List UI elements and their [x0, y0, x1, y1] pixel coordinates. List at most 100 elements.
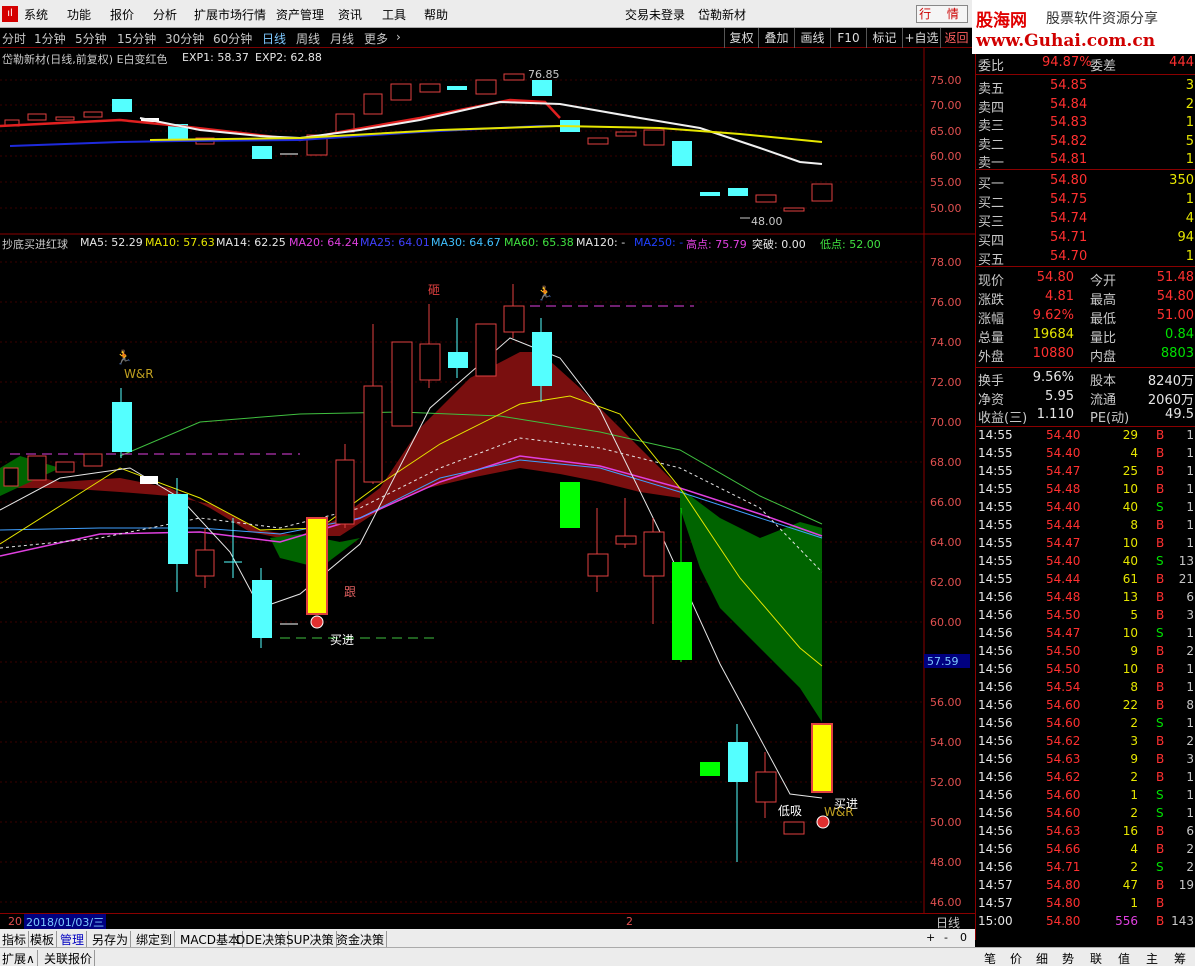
expand-button[interactable]: 扩展∧	[0, 950, 38, 966]
tick-row: 14:55 54.40 29 B 1	[976, 428, 1195, 446]
right-tab-detail[interactable]: 细	[1036, 950, 1048, 966]
period-more[interactable]: 更多	[364, 30, 388, 47]
stat-label: 换手	[978, 374, 1005, 389]
period-1min[interactable]: 1分钟	[34, 30, 66, 47]
toolbar-restore-rights[interactable]: 复权	[724, 28, 758, 48]
tick-side: B	[1156, 482, 1165, 496]
tick-time: 14:56	[978, 734, 1013, 748]
ask-volume: 1	[1185, 152, 1194, 167]
toolbar-overlay[interactable]: 叠加	[758, 28, 794, 48]
tab-save-as[interactable]: 另存为	[90, 931, 132, 948]
right-tab-value[interactable]: 值	[1118, 950, 1130, 966]
tick-count: 1	[1186, 806, 1194, 820]
tick-count: 3	[1186, 752, 1194, 766]
tick-price: 54.80	[1046, 914, 1081, 928]
stat-value: 10880	[1032, 346, 1074, 361]
toolbar-draw-line[interactable]: 画线	[794, 28, 830, 48]
ask-price: 54.85	[1050, 78, 1088, 93]
right-tab-price[interactable]: 价	[1010, 950, 1022, 966]
menu-item-function[interactable]: 功能	[67, 6, 91, 23]
candle	[700, 762, 720, 776]
stat-value: 0.84	[1165, 327, 1194, 342]
tick-count: 1	[1186, 788, 1194, 802]
tick-count: 1	[1186, 716, 1194, 730]
right-tab-trend[interactable]: 势	[1062, 950, 1074, 966]
period-30min[interactable]: 30分钟	[165, 30, 204, 47]
tick-volume: 2	[1130, 806, 1138, 820]
tick-time: 14:55	[978, 464, 1013, 478]
period-intraday[interactable]: 分时	[2, 30, 26, 47]
menu-item-quote[interactable]: 报价	[110, 6, 134, 23]
toolbar-mark[interactable]: 标记	[866, 28, 902, 48]
tab-template[interactable]: 模板	[28, 931, 58, 948]
period-weekly[interactable]: 周线	[296, 30, 320, 47]
menu-item-help[interactable]: 帮助	[424, 6, 448, 23]
candle	[560, 482, 580, 528]
tab-dde[interactable]: DDE决策	[234, 931, 290, 948]
toolbar-f10[interactable]: F10	[830, 28, 866, 48]
right-tab-link[interactable]: 联	[1090, 950, 1102, 966]
related-quote-button[interactable]: 关联报价	[42, 950, 96, 966]
tick-price: 54.54	[1046, 680, 1081, 694]
tick-row: 14:55 54.47 25 B 1	[976, 464, 1195, 482]
stat-label: 量比	[1090, 331, 1117, 346]
tick-row: 14:55 54.40 4 B 1	[976, 446, 1195, 464]
candle	[503, 305, 525, 333]
svg-text:64.00: 64.00	[930, 536, 962, 549]
tick-volume: 9	[1130, 752, 1138, 766]
zoom-reset-button[interactable]: 0	[960, 931, 967, 944]
tick-row: 14:56 54.50 5 B 3	[976, 608, 1195, 626]
right-tab-ticks[interactable]: 笔	[984, 950, 996, 966]
menu-item-ext-market[interactable]: 扩展市场行情	[194, 6, 266, 23]
tick-row: 14:55 54.44 61 B 21	[976, 572, 1195, 590]
tick-price: 54.62	[1046, 734, 1081, 748]
period-60min[interactable]: 60分钟	[213, 30, 252, 47]
login-status[interactable]: 交易未登录	[625, 6, 685, 23]
tick-volume: 4	[1130, 446, 1138, 460]
tab-sup[interactable]: SUP决策	[284, 931, 337, 948]
menu-item-tools[interactable]: 工具	[382, 6, 406, 23]
stat-row: 外盘 10880 内盘 8803	[978, 346, 1194, 365]
tick-count: 1	[1186, 464, 1194, 478]
period-15min[interactable]: 15分钟	[117, 30, 156, 47]
buy-signal-ball-icon	[310, 615, 324, 629]
za-label: 砸	[428, 283, 440, 297]
chevron-right-icon[interactable]: ›	[396, 30, 401, 44]
period-monthly[interactable]: 月线	[330, 30, 354, 47]
stat-label: 最低	[1090, 312, 1117, 327]
stat-label: 股本	[1090, 374, 1117, 389]
stat-value: 54.80	[1036, 270, 1074, 285]
menu-item-asset[interactable]: 资产管理	[276, 6, 324, 23]
tick-side: B	[1156, 842, 1165, 856]
toolbar-add-watchlist[interactable]: +自选	[902, 28, 940, 48]
right-tab-chips[interactable]: 筹	[1174, 950, 1186, 966]
tab-manage[interactable]: 管理	[58, 931, 88, 948]
tab-indicator[interactable]: 指标	[0, 931, 30, 948]
menu-item-system[interactable]: 系统	[24, 6, 48, 23]
zoom-out-button[interactable]: -	[944, 931, 948, 944]
period-daily[interactable]: 日线	[262, 30, 286, 47]
quote-button[interactable]: 行 情	[916, 5, 968, 23]
menu-item-news[interactable]: 资讯	[338, 6, 362, 23]
tick-price: 54.44	[1046, 518, 1081, 532]
ask-row: 卖二 54.82 5	[978, 134, 1194, 153]
buy-label: 买进	[330, 633, 354, 647]
zoom-in-button[interactable]: +	[926, 931, 935, 944]
menu-item-analysis[interactable]: 分析	[153, 6, 177, 23]
cursor-date: 2018/01/03/三	[24, 914, 107, 930]
tick-volume: 10	[1122, 536, 1138, 550]
tab-fund[interactable]: 资金决策	[334, 931, 388, 948]
candle	[168, 494, 188, 564]
tick-volume: 29	[1122, 428, 1138, 442]
tick-price: 54.63	[1046, 752, 1081, 766]
stat-row: 涨跌 4.81 最高 54.80	[978, 289, 1194, 308]
period-5min[interactable]: 5分钟	[75, 30, 107, 47]
tick-price: 54.47	[1046, 464, 1081, 478]
tick-volume: 2	[1130, 860, 1138, 874]
tick-volume: 40	[1122, 500, 1138, 514]
kline-chart-area[interactable]: 76.85 48.00 75.00 70.00 65.00 60.00 55.0…	[0, 48, 975, 913]
tab-bind-to[interactable]: 绑定到	[134, 931, 176, 948]
candle	[615, 131, 637, 137]
toolbar-back[interactable]: 返回	[940, 28, 972, 48]
right-tab-main[interactable]: 主	[1146, 950, 1158, 966]
